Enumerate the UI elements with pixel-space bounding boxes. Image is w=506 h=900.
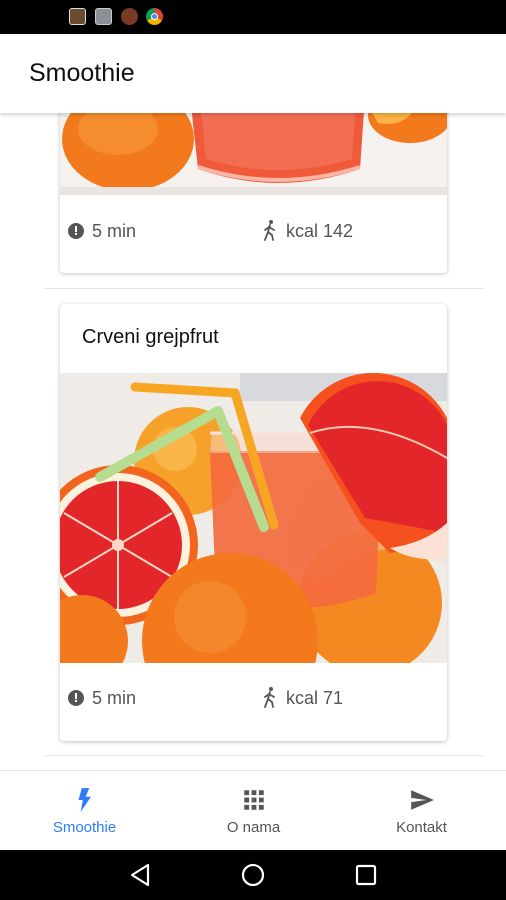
- recipe-meta: 5 min kcal 71: [60, 679, 447, 719]
- system-navigation-bar: [0, 850, 506, 900]
- nav-label: Kontakt: [396, 819, 447, 836]
- nav-item-o-nama[interactable]: O nama: [169, 771, 338, 851]
- app-title: Smoothie: [29, 59, 135, 87]
- status-bar: [0, 0, 506, 34]
- send-icon: [410, 790, 434, 810]
- recipe-title: Crveni grejpfrut: [82, 326, 219, 348]
- photo-notification-icon: [69, 8, 86, 25]
- prep-time: 5 min: [92, 688, 137, 708]
- home-icon[interactable]: [240, 862, 266, 888]
- image-notification-icon: [95, 8, 112, 25]
- nav-item-smoothie[interactable]: Smoothie: [0, 771, 169, 851]
- nav-label: Smoothie: [52, 819, 117, 836]
- calories: kcal 71: [286, 688, 344, 708]
- list-divider: [45, 288, 483, 289]
- recents-icon[interactable]: [353, 862, 379, 888]
- recipe-image: [60, 373, 447, 663]
- bolt-icon: [78, 788, 91, 812]
- recipe-list[interactable]: 5 min kcal 142 Crveni grejpfrut 5 min kc…: [0, 113, 506, 770]
- back-icon[interactable]: [128, 862, 154, 888]
- list-divider: [45, 755, 483, 756]
- nav-label: O nama: [226, 819, 281, 836]
- chrome-icon: [146, 8, 163, 25]
- prep-time: 5 min: [92, 221, 137, 241]
- recipe-card[interactable]: 5 min kcal 142: [60, 113, 447, 273]
- walk-icon: [264, 687, 275, 708]
- avatar-notification-icon: [121, 8, 138, 25]
- clock-icon: [68, 223, 84, 239]
- recipe-card[interactable]: Crveni grejpfrut 5 min kcal 71: [60, 304, 447, 741]
- recipe-meta: 5 min kcal 142: [60, 212, 447, 252]
- bottom-navigation: Smoothie O nama Kontakt: [0, 770, 506, 850]
- clock-icon: [68, 690, 84, 706]
- walk-icon: [264, 220, 275, 241]
- calories: kcal 142: [286, 221, 354, 241]
- recipe-image: [60, 113, 447, 195]
- grid-icon: [243, 790, 264, 810]
- app-bar: Smoothie: [0, 34, 506, 113]
- nav-item-kontakt[interactable]: Kontakt: [337, 771, 506, 851]
